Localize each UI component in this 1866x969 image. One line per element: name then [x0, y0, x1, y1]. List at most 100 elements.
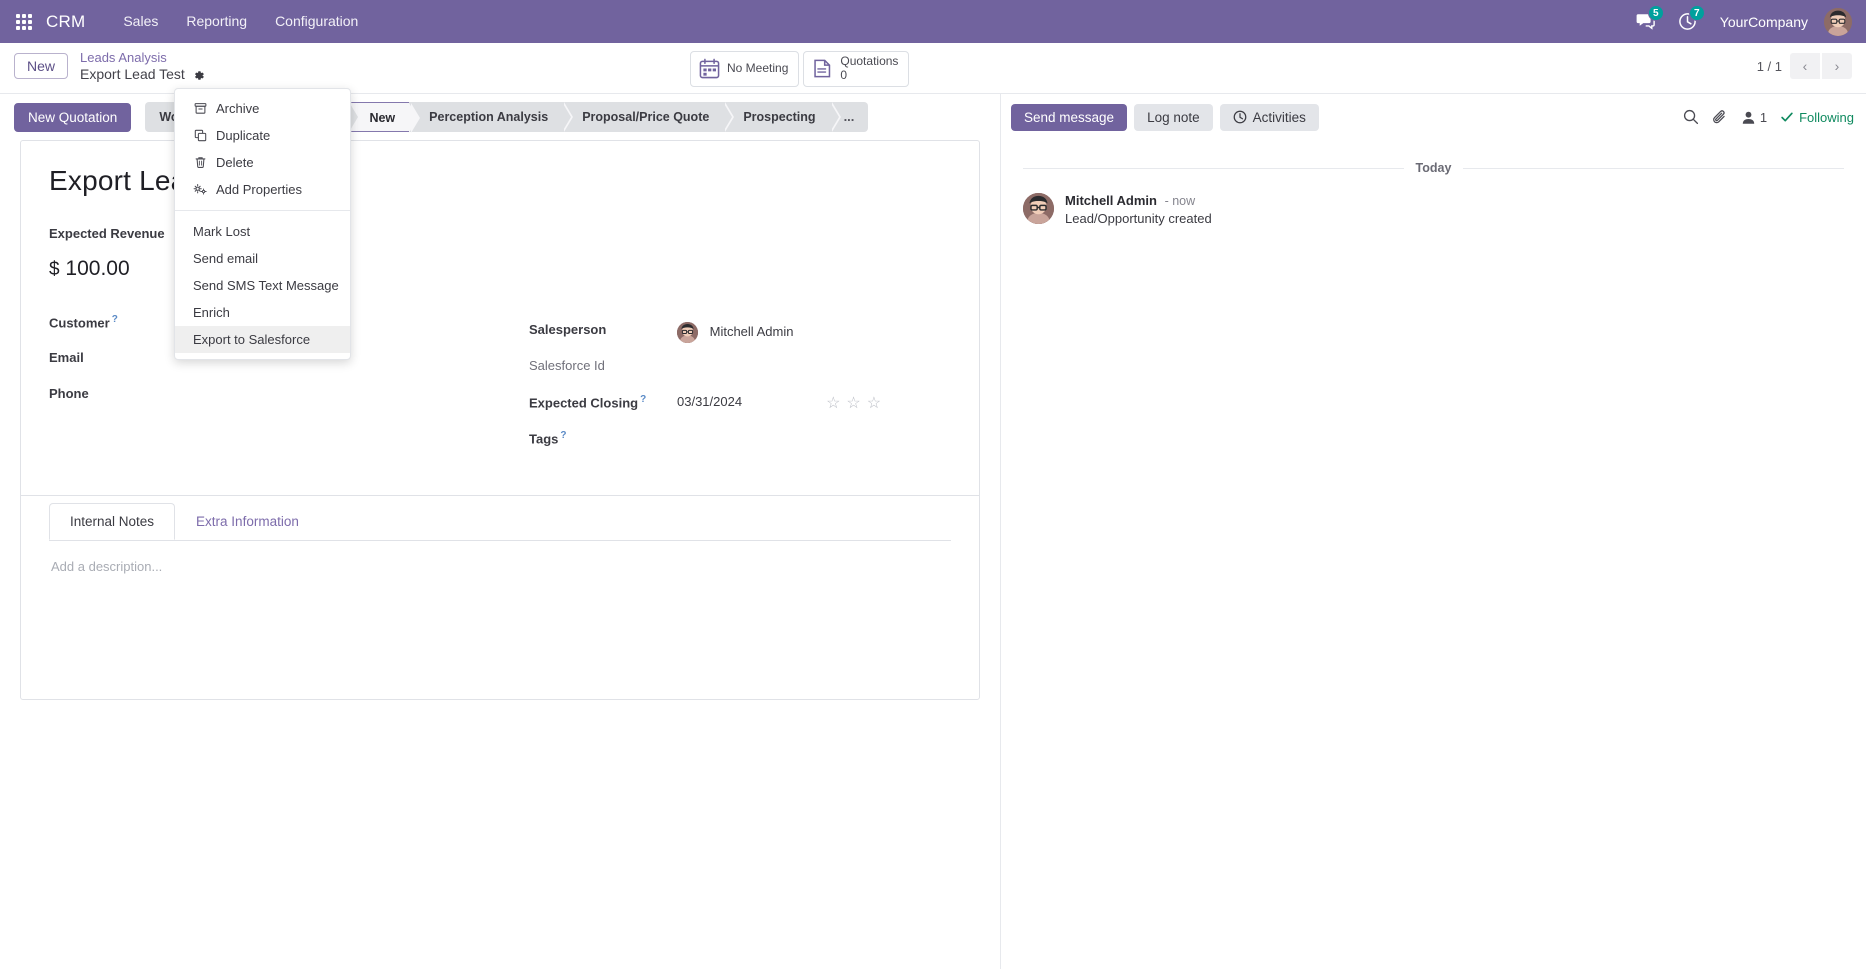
- menu-item-send-email[interactable]: Send email: [175, 245, 350, 272]
- chevron-right-icon[interactable]: ›: [1822, 53, 1852, 79]
- salesperson-name: Mitchell Admin: [709, 323, 794, 339]
- menu-item-archive[interactable]: Archive: [175, 95, 350, 122]
- user-icon: [1741, 110, 1756, 125]
- log-note-button[interactable]: Log note: [1134, 103, 1213, 131]
- customer-help-icon[interactable]: ?: [112, 314, 118, 325]
- menu-item-duplicate-label: Duplicate: [216, 128, 271, 143]
- archive-icon: [193, 102, 207, 115]
- salesperson-avatar: [677, 322, 698, 343]
- properties-cogs-icon: [193, 183, 207, 196]
- nav-menu-configuration[interactable]: Configuration: [261, 0, 372, 43]
- stat-button-meeting-text: No Meeting: [727, 60, 789, 76]
- field-salesperson: Salesperson Mitchell Admin: [529, 315, 949, 351]
- apps-grid-icon[interactable]: [16, 13, 32, 30]
- app-brand-crm[interactable]: CRM: [46, 12, 85, 32]
- message-author[interactable]: Mitchell Admin: [1065, 193, 1157, 208]
- menu-item-delete-label: Delete: [216, 155, 254, 170]
- breadcrumb-current: Export Lead Test: [80, 66, 205, 84]
- customer-label-text: Customer: [49, 315, 110, 331]
- tags-help-icon[interactable]: ?: [560, 430, 566, 441]
- followers-count: 1: [1759, 109, 1768, 125]
- expected-closing-value[interactable]: 03/31/2024: [677, 387, 742, 409]
- star-icon-3[interactable]: ☆: [867, 393, 881, 413]
- menu-item-send-email-label: Send email: [193, 251, 259, 266]
- tab-internal-notes[interactable]: Internal Notes: [49, 503, 176, 540]
- field-salesforce-id: Salesforce Id: [529, 351, 949, 387]
- stat-quotations-value: 0: [840, 67, 848, 82]
- form-sheet: Export Lead Test Expected Revenue $ 100.…: [20, 140, 980, 700]
- trash-icon: [193, 156, 207, 169]
- messages-icon[interactable]: 5: [1627, 0, 1665, 43]
- menu-item-add-properties-label: Add Properties: [216, 182, 302, 197]
- priority-stars: ☆ ☆ ☆: [826, 387, 881, 413]
- salesperson-value[interactable]: Mitchell Admin: [677, 315, 793, 343]
- expected-closing-help-icon[interactable]: ?: [640, 394, 646, 405]
- menu-item-mark-lost[interactable]: Mark Lost: [175, 218, 350, 245]
- message-text: Lead/Opportunity created: [1065, 211, 1212, 226]
- day-separator: Today: [1023, 160, 1844, 175]
- star-icon-2[interactable]: ☆: [846, 393, 860, 413]
- record-actions-dropdown: Archive Duplicate Delete Add Properties …: [174, 88, 351, 360]
- expected-revenue-amount: 100.00: [65, 257, 130, 280]
- menu-item-export-to-salesforce[interactable]: Export to Salesforce: [175, 326, 350, 353]
- top-navbar: CRM Sales Reporting Configuration 5 7 Yo…: [0, 0, 1866, 43]
- expected-closing-label-text: Expected Closing: [529, 395, 639, 411]
- new-record-button[interactable]: New: [14, 53, 69, 79]
- new-quotation-button[interactable]: New Quotation: [14, 102, 132, 132]
- star-icon-1[interactable]: ☆: [826, 393, 840, 413]
- send-message-button[interactable]: Send message: [1011, 103, 1128, 131]
- chatter-toolbar: Send message Log note Activities 1 Follo…: [1001, 94, 1866, 140]
- notebook-body: Add a description...: [49, 540, 951, 592]
- message-author-avatar[interactable]: [1023, 193, 1054, 224]
- menu-item-delete[interactable]: Delete: [175, 149, 350, 176]
- avatar[interactable]: [1824, 7, 1852, 36]
- tab-extra-information[interactable]: Extra Information: [175, 503, 320, 540]
- form-column-right: Salesperson Mitchell Admin Salesforce Id…: [529, 219, 949, 459]
- menu-item-send-sms[interactable]: Send SMS Text Message: [175, 272, 350, 299]
- chevron-left-icon[interactable]: ‹: [1790, 53, 1820, 79]
- stat-buttons-group: No Meeting Quotations 0: [690, 51, 910, 87]
- following-status-badge[interactable]: Following: [1780, 110, 1854, 125]
- duplicate-icon: [193, 129, 207, 142]
- menu-item-archive-label: Archive: [216, 101, 260, 116]
- pager-value[interactable]: 1 / 1: [1757, 59, 1782, 74]
- message-timestamp: - now: [1164, 194, 1196, 208]
- clock-icon: [1233, 110, 1247, 124]
- breadcrumb-current-label: Export Lead Test: [80, 66, 185, 83]
- stat-meeting-label: No Meeting: [727, 60, 789, 75]
- paperclip-icon[interactable]: [1712, 109, 1728, 126]
- message-header: Mitchell Admin - now: [1065, 193, 1844, 208]
- company-name[interactable]: YourCompany: [1710, 14, 1818, 30]
- stage-prospecting[interactable]: Prospecting: [723, 102, 841, 132]
- description-input[interactable]: Add a description...: [51, 559, 949, 574]
- list-item: Mitchell Admin - now Lead/Opportunity cr…: [1023, 193, 1844, 226]
- message-body: Mitchell Admin - now Lead/Opportunity cr…: [1065, 193, 1844, 226]
- menu-item-send-sms-label: Send SMS Text Message: [193, 278, 339, 293]
- messages-count-badge: 5: [1647, 5, 1664, 21]
- breadcrumb-parent-link[interactable]: Leads Analysis: [80, 50, 205, 66]
- calendar-icon: [699, 58, 720, 79]
- nav-menu-reporting[interactable]: Reporting: [172, 0, 261, 43]
- gear-icon[interactable]: [192, 69, 205, 82]
- notebook-tabs: Internal Notes Extra Information: [49, 495, 951, 540]
- menu-item-add-properties[interactable]: Add Properties: [175, 176, 350, 203]
- pager-group: 1 / 1 ‹ ›: [1757, 49, 1852, 79]
- stat-button-meeting[interactable]: No Meeting: [690, 51, 800, 87]
- clock-activities-icon[interactable]: 7: [1669, 0, 1706, 43]
- nav-menu-sales[interactable]: Sales: [109, 0, 172, 43]
- control-panel: New Leads Analysis Export Lead Test No M…: [0, 43, 1866, 94]
- form-column: New Quotation Won Negotiation/Review New…: [0, 94, 1000, 969]
- field-phone: Phone: [49, 379, 529, 415]
- stage-perception-analysis[interactable]: Perception Analysis: [409, 102, 574, 132]
- menu-item-enrich[interactable]: Enrich: [175, 299, 350, 326]
- statusbar-row: New Quotation Won Negotiation/Review New…: [0, 94, 1000, 140]
- check-icon: [1780, 110, 1794, 124]
- search-icon[interactable]: [1683, 109, 1699, 125]
- menu-item-duplicate[interactable]: Duplicate: [175, 122, 350, 149]
- stat-button-quotations[interactable]: Quotations 0: [803, 51, 910, 87]
- stage-proposal-price-quote[interactable]: Proposal/Price Quote: [562, 102, 735, 132]
- salesforce-id-label: Salesforce Id: [529, 358, 605, 373]
- followers-counter[interactable]: 1: [1741, 110, 1767, 125]
- following-label: Following: [1799, 109, 1854, 125]
- activities-button[interactable]: Activities: [1219, 103, 1319, 131]
